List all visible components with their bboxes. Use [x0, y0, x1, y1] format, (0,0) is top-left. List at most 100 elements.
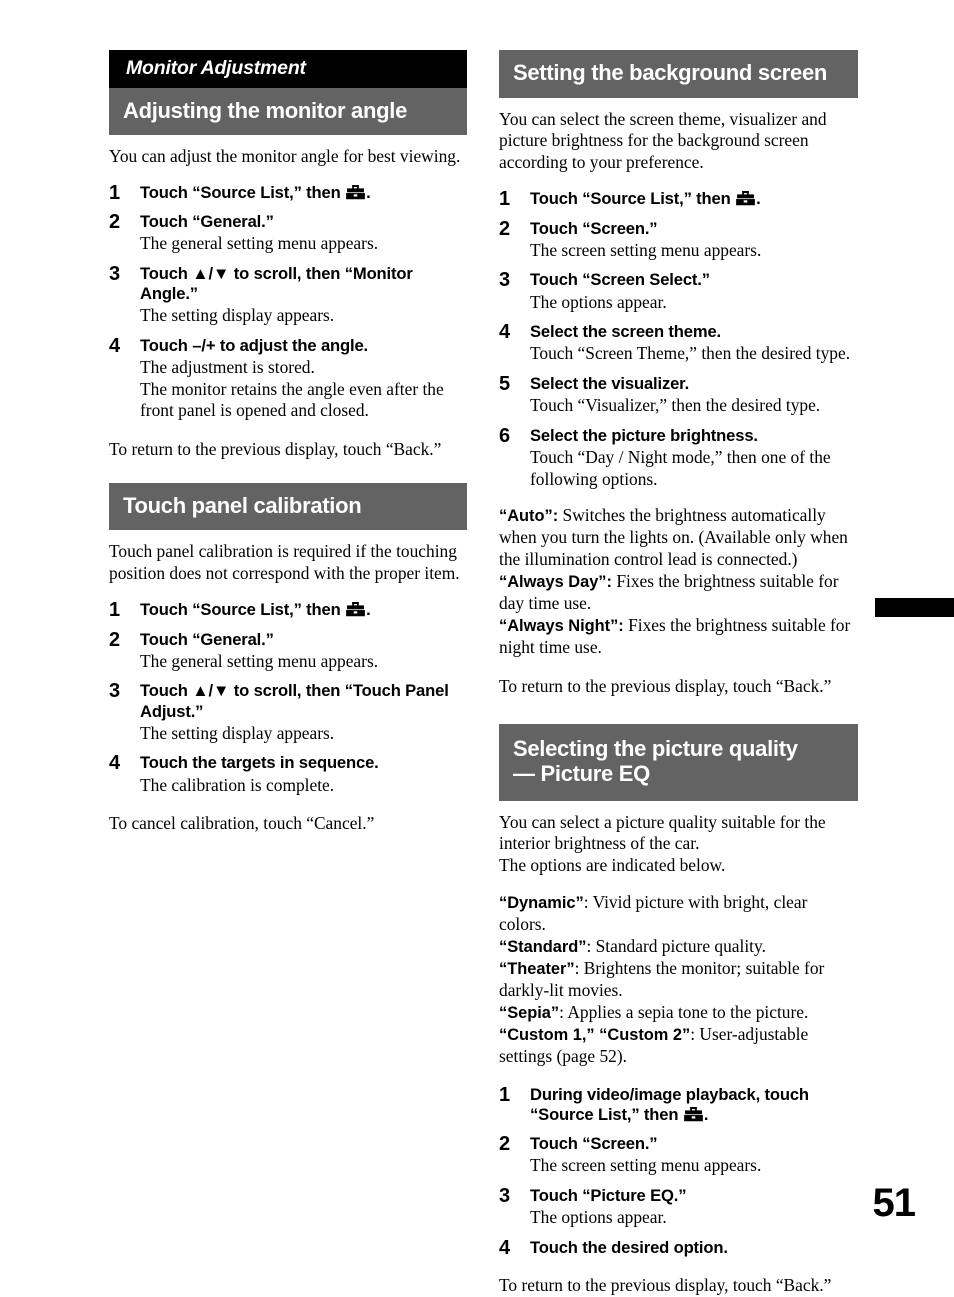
step: 1 During video/image playback, touch “Sou… [499, 1083, 858, 1125]
option-definition: : Standard picture quality. [586, 936, 766, 957]
steps-adjusting-monitor-angle: 1 Touch “Source List,” then . 2 Touch “Gene… [109, 181, 467, 422]
option-entry: “Theater”: Brightens the monitor; suitab… [499, 958, 824, 1000]
option-entry: “Always Night”: Fixes the brightness sui… [499, 615, 850, 657]
section-heading-adjusting-monitor-angle: Adjusting the monitor angle [109, 87, 467, 136]
option-entry: “Standard”: Standard picture quality. [499, 936, 766, 956]
step-description: Touch “Screen Theme,” then the desired t… [530, 343, 851, 364]
option-term: “Sepia” [499, 1003, 560, 1022]
step-number: 4 [499, 1236, 511, 1259]
closing-adjusting-monitor-angle: To return to the previous display, touch… [109, 439, 442, 459]
step-number: 2 [109, 628, 121, 651]
step: 4 Touch –/+ to adjust the angle. The adjus… [109, 335, 467, 422]
step: 4 Select the screen theme. Touch “Screen T… [499, 321, 858, 365]
step: 4 Touch the desired option. [499, 1236, 858, 1259]
step-number: 3 [499, 1184, 511, 1207]
step-title: Touch the desired option. [530, 1237, 728, 1257]
step-title: Touch ▲/▼ to scroll, then “Touch Panel A… [140, 681, 449, 721]
option-definition: : Applies a sepia tone to the picture. [559, 1001, 809, 1022]
step-description: Touch “Visualizer,” then the desired typ… [530, 395, 821, 416]
steps-touch-panel-calibration: 1 Touch “Source List,” then . 2 Touch “Gene… [109, 599, 467, 796]
option-term: “Always Night”: [499, 616, 624, 635]
step-number: 1 [109, 181, 121, 204]
step: 3 Touch “Screen Select.” The options appea… [499, 269, 858, 313]
step-description: The general setting menu appears. [140, 233, 379, 254]
option-entry: “Custom 1,” “Custom 2”: User-adjustable … [499, 1024, 808, 1066]
step-number: 4 [499, 321, 511, 344]
closing-touch-panel-calibration: To cancel calibration, touch “Cancel.” [109, 813, 375, 834]
option-term: “Dynamic” [499, 894, 584, 913]
intro-adjusting-monitor-angle: You can adjust the monitor angle for bes… [109, 146, 461, 167]
step-title: Select the picture brightness. [530, 425, 758, 445]
step-number: 4 [109, 752, 121, 775]
option-entry: “Auto”: Switches the brightness automati… [499, 505, 848, 569]
option-entry: “Dynamic”: Vivid picture with bright, cl… [499, 892, 807, 934]
step-number: 1 [499, 1083, 511, 1106]
step-title: Touch “Source List,” then . [140, 182, 371, 202]
heading-line-2: — Picture EQ [513, 761, 650, 787]
step-title: Touch “General.” [140, 212, 274, 232]
step-number: 1 [109, 599, 121, 622]
step-number: 3 [499, 269, 511, 292]
steps-setting-background-screen: 1 Touch “Source List,” then . 2 Touch “Scre… [499, 188, 858, 490]
step-title: Touch “Source List,” then . [530, 189, 761, 209]
intro-setting-background-screen: You can select the screen theme, visuali… [499, 108, 827, 173]
intro-selecting-picture-quality: You can select a picture quality suitabl… [499, 811, 826, 876]
step-title: Touch “Screen Select.” [530, 270, 710, 290]
option-term: “Custom 1,” “Custom 2” [499, 1025, 691, 1044]
options-day-night-mode: “Auto”: Switches the brightness automati… [499, 505, 858, 658]
toolbox-icon [346, 602, 365, 617]
steps-selecting-picture-quality: 1 During video/image playback, touch “Sou… [499, 1083, 858, 1259]
step-number: 2 [109, 211, 121, 234]
toolbox-icon [346, 184, 365, 200]
option-entry: “Always Day”: Fixes the brightness suita… [499, 571, 839, 613]
step-description: The screen setting menu appears. [530, 1155, 762, 1176]
page-number: 51 [872, 1181, 917, 1225]
step-title: Touch “Screen.” [530, 218, 658, 238]
option-term: “Theater” [499, 960, 575, 979]
step-number: 5 [499, 372, 511, 395]
step: 2 Touch “General.” The general setting men… [109, 211, 467, 255]
step-number: 3 [109, 262, 121, 285]
step-title: Touch “Picture EQ.” [530, 1185, 687, 1205]
step-description: The options appear. [530, 291, 667, 312]
step-description: The general setting menu appears. [140, 650, 379, 671]
step-title: Touch “Source List,” then . [140, 600, 371, 620]
step: 6 Select the picture brightness. Touch “Da… [499, 425, 858, 490]
step: 1 Touch “Source List,” then . [499, 188, 858, 211]
step: 5 Select the visualizer. Touch “Visualizer… [499, 372, 858, 417]
step-description: The setting display appears. [140, 722, 335, 743]
section-heading-selecting-picture-quality: Selecting the picture quality — Picture … [499, 723, 858, 801]
step: 2 Touch “Screen.” The screen setting menu … [499, 218, 858, 262]
step-description: The adjustment is stored. The monitor ret… [140, 357, 444, 421]
step-title: Touch ▲/▼ to scroll, then “Monitor Angle… [140, 263, 413, 304]
right-column: Setting the background screen You can se… [499, 50, 858, 1297]
section-heading-setting-background-screen: Setting the background screen [499, 50, 858, 98]
intro-touch-panel-calibration: Touch panel calibration is required if t… [109, 541, 460, 584]
step-title: Select the screen theme. [530, 322, 722, 342]
step: 3 Touch “Picture EQ.” The options appear. [499, 1184, 858, 1229]
option-term: “Always Day”: [499, 572, 612, 591]
option-term: “Standard” [499, 938, 587, 957]
toolbox-icon [683, 1106, 703, 1122]
step: 2 Touch “Screen.” The screen setting menu … [499, 1133, 858, 1177]
running-head-monitor-adjustment: Monitor Adjustment [109, 50, 467, 88]
options-picture-eq: “Dynamic”: Vivid picture with bright, cl… [499, 892, 858, 1067]
step-title: Touch the targets in sequence. [140, 753, 379, 773]
step-number: 1 [499, 188, 511, 211]
step: 3 Touch ▲/▼ to scroll, then “Monitor Angl… [109, 262, 467, 327]
step-number: 2 [499, 1133, 511, 1156]
step-description: The options appear. [530, 1207, 667, 1228]
step: 2 Touch “General.” The general setting men… [109, 628, 467, 673]
step: 1 Touch “Source List,” then . [109, 181, 467, 204]
step-title: Touch “General.” [140, 629, 274, 649]
step-title: Touch –/+ to adjust the angle. [140, 336, 369, 356]
step-number: 3 [109, 680, 121, 703]
heading-line-1: Selecting the picture quality [513, 735, 798, 761]
manual-page: Monitor Adjustment Adjusting the monitor… [0, 0, 954, 1295]
closing-selecting-picture-quality: To return to the previous display, touch… [499, 1275, 832, 1296]
step-description: The screen setting menu appears. [530, 239, 762, 260]
left-column: Monitor Adjustment Adjusting the monitor… [109, 50, 467, 835]
step-description: The setting display appears. [140, 305, 335, 326]
